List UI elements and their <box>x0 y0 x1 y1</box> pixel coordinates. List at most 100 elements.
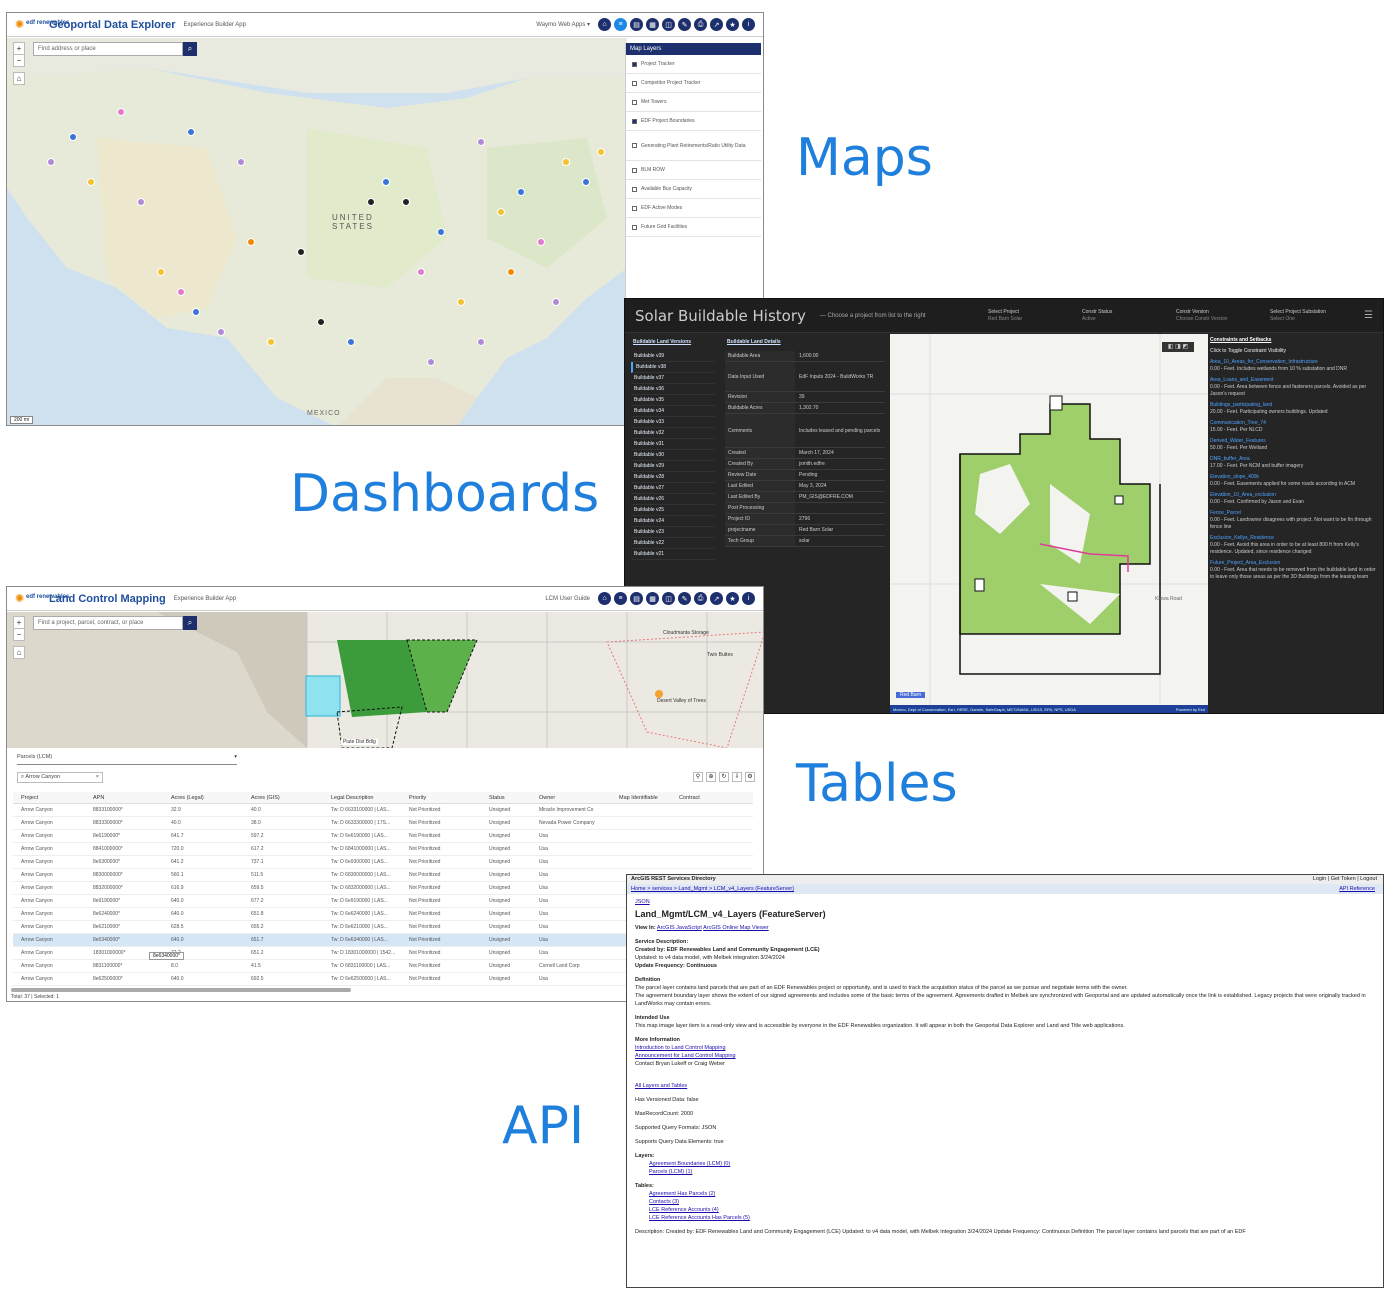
measure-icon[interactable]: ◫ <box>662 18 675 31</box>
column-header[interactable]: Owner <box>539 795 619 801</box>
column-header[interactable]: Contract <box>679 795 700 801</box>
constraint-item[interactable]: Elevation_10_Area_exclusion 0.00 - Feet. … <box>1210 492 1378 506</box>
layer-link[interactable]: Parcels (LCM) (1) <box>635 1168 1375 1176</box>
layer-row[interactable]: EDF Project Boundaries <box>626 112 761 131</box>
project-marker[interactable] <box>317 318 325 326</box>
layer-checkbox[interactable] <box>632 224 637 230</box>
layer-row[interactable]: EDF Active Modes <box>626 199 761 218</box>
project-marker[interactable] <box>217 328 225 336</box>
project-marker[interactable] <box>367 198 375 206</box>
table-link[interactable]: LCE Reference Accounts (4) <box>635 1206 1375 1214</box>
project-marker[interactable] <box>497 208 505 216</box>
layer-checkbox[interactable] <box>632 143 637 148</box>
constraint-item[interactable]: Communication_Tree_74 15.00 - Feet. Per N… <box>1210 420 1378 434</box>
column-header[interactable]: APN <box>93 795 171 801</box>
column-header[interactable]: Project <box>13 795 93 801</box>
all-layers-link[interactable]: All Layers and Tables <box>635 1082 1375 1090</box>
version-item[interactable]: Buildable v28 <box>631 472 715 483</box>
zoom-out-button[interactable]: − <box>13 628 25 641</box>
zoom-out-button[interactable]: − <box>13 54 25 67</box>
layer-row[interactable]: Generating Plant Retirements/Ratio Utili… <box>626 131 761 161</box>
project-marker[interactable] <box>427 358 435 366</box>
measure-icon[interactable]: ◫ <box>662 592 675 605</box>
more-info-link[interactable]: Announcement for Land Control Mapping <box>635 1052 1375 1060</box>
project-marker[interactable] <box>402 198 410 206</box>
project-marker[interactable] <box>137 198 145 206</box>
version-item[interactable]: Buildable v36 <box>631 384 715 395</box>
project-marker[interactable] <box>177 288 185 296</box>
project-marker[interactable] <box>69 133 77 141</box>
layer-row[interactable]: Future Grid Facilities <box>626 218 761 237</box>
version-item[interactable]: Buildable v24 <box>631 516 715 527</box>
project-marker[interactable] <box>457 298 465 306</box>
project-marker[interactable] <box>477 138 485 146</box>
layer-checkbox[interactable] <box>632 186 637 192</box>
project-marker[interactable] <box>382 178 390 186</box>
zoom-to-icon[interactable]: ⊕ <box>706 772 716 782</box>
table-link[interactable]: Contacts (3) <box>635 1198 1375 1206</box>
more-info-link[interactable]: Introduction to Land Control Mapping <box>635 1044 1375 1052</box>
map-controls[interactable]: ◧ ◨ ◩ <box>1162 342 1194 352</box>
search-button[interactable]: ⌕ <box>183 42 197 56</box>
project-marker[interactable] <box>47 158 55 166</box>
table-row[interactable]: Arrow Canyon 8833300000* 40.0 38.0 Tw: D 663… <box>13 817 753 830</box>
version-item[interactable]: Buildable v26 <box>631 494 715 505</box>
constraint-item[interactable]: Derived_Water_Features 50.00 - Feet. Per … <box>1210 438 1378 452</box>
login-links[interactable]: Login | Get Token | Logout <box>1313 875 1383 884</box>
project-marker[interactable] <box>477 338 485 346</box>
legend-icon[interactable]: ▤ <box>630 592 643 605</box>
version-item[interactable]: Buildable v21 <box>631 549 715 560</box>
layer-row[interactable]: BLM ROW <box>626 161 761 180</box>
project-marker[interactable] <box>192 308 200 316</box>
filter-input[interactable]: ⌕ Arrow Canyon × <box>17 772 103 783</box>
constraint-item[interactable]: Buildings_participating_land 20.00 - Feet… <box>1210 402 1378 416</box>
us-map[interactable]: UNITED STATES MEXICO Find address or pla… <box>7 38 627 425</box>
print-icon[interactable]: ⎙ <box>694 592 707 605</box>
horizontal-scrollbar[interactable] <box>11 988 351 992</box>
bookmark-icon[interactable]: ★ <box>726 592 739 605</box>
constraint-item[interactable]: Fence_Parcel 0.00 - Feet. Landowner disag… <box>1210 510 1378 531</box>
layer-link[interactable]: Agreement Boundaries (LCM) (0) <box>635 1160 1375 1168</box>
version-item[interactable]: Buildable v38 <box>631 362 715 373</box>
table-row[interactable]: Arrow Canyon 8e6190000* 641.7 597.2 Tw: D 6e… <box>13 830 753 843</box>
version-item[interactable]: Buildable v35 <box>631 395 715 406</box>
layer-checkbox[interactable] <box>632 167 637 173</box>
json-link[interactable]: JSON <box>635 898 1375 906</box>
buildable-map[interactable]: Red Barn Kiowa Road ◧ ◨ ◩ <box>890 334 1208 712</box>
info-icon[interactable]: i <box>742 592 755 605</box>
lcm-map[interactable]: Cloudmanta Storage Twin Buttes Desert Va… <box>7 612 763 748</box>
version-item[interactable]: Buildable v22 <box>631 538 715 549</box>
home-extent-button[interactable]: ⌂ <box>13 72 25 85</box>
refresh-icon[interactable]: ↻ <box>719 772 729 782</box>
column-header[interactable]: Acres (GIS) <box>251 795 331 801</box>
bookmark-icon[interactable]: ★ <box>726 18 739 31</box>
search-input[interactable]: Find a project, parcel, contract, or pla… <box>33 616 183 630</box>
layer-checkbox[interactable] <box>632 205 637 211</box>
project-marker[interactable] <box>517 188 525 196</box>
header-link[interactable]: Waymo Web Apps ▾ <box>536 21 590 28</box>
view-in-link[interactable]: ArcGIS JavaScript <box>657 925 702 931</box>
version-item[interactable]: Buildable v34 <box>631 406 715 417</box>
project-marker[interactable] <box>552 298 560 306</box>
layer-row[interactable]: Available Bus Capacity <box>626 180 761 199</box>
version-item[interactable]: Buildable v37 <box>631 373 715 384</box>
version-item[interactable]: Buildable v27 <box>631 483 715 494</box>
project-marker[interactable] <box>582 178 590 186</box>
layers-icon[interactable]: ≡ <box>614 18 627 31</box>
select-constr-status[interactable]: Constr Status Active <box>1082 309 1162 323</box>
project-marker[interactable] <box>237 158 245 166</box>
version-item[interactable]: Buildable v32 <box>631 428 715 439</box>
select-constr-version[interactable]: Constr Version Choose Constr Version <box>1176 309 1256 323</box>
clear-icon[interactable]: × <box>96 773 102 782</box>
layer-checkbox[interactable] <box>632 99 637 105</box>
api-reference-link[interactable]: API Reference <box>1339 884 1383 894</box>
project-marker[interactable] <box>437 228 445 236</box>
project-marker[interactable] <box>247 238 255 246</box>
constraint-item[interactable]: DNR_buffer_Area 17.00 - Feet. Per NCM and… <box>1210 456 1378 470</box>
menu-icon[interactable]: ☰ <box>1364 310 1373 321</box>
version-item[interactable]: Buildable v33 <box>631 417 715 428</box>
select-substation[interactable]: Select Project Substation Select One <box>1270 309 1350 323</box>
project-marker[interactable] <box>597 148 605 156</box>
project-marker[interactable] <box>347 338 355 346</box>
user-guide-link[interactable]: LCM User Guide <box>545 596 590 602</box>
